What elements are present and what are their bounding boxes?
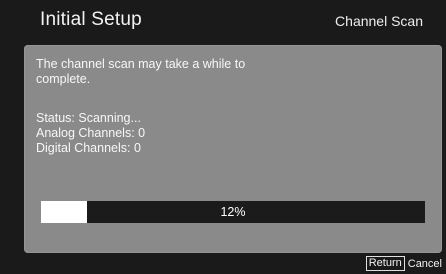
progress-percent: 12% <box>220 205 246 219</box>
cancel-action-label: Cancel <box>407 257 442 270</box>
section-title: Channel Scan <box>335 13 423 29</box>
analog-channels-count: Analog Channels: 0 <box>36 126 146 140</box>
digital-channels-count: Digital Channels: 0 <box>36 141 141 155</box>
channel-scan-screen: Initial Setup Channel Scan The channel s… <box>0 0 446 274</box>
header-bar: Initial Setup Channel Scan <box>0 0 446 42</box>
intro-line-2: complete. <box>36 72 91 86</box>
intro-message: The channel scan may take a while to com… <box>36 57 245 87</box>
scan-progress-bar: 12% <box>41 201 425 223</box>
footer-hints: Return Cancel <box>365 256 442 271</box>
return-key-badge[interactable]: Return <box>365 256 405 271</box>
intro-line-1: The channel scan may take a while to <box>36 57 246 71</box>
page-title: Initial Setup <box>40 9 142 30</box>
scan-status: Status: Scanning... <box>36 111 141 125</box>
scan-panel: The channel scan may take a while to com… <box>24 45 442 253</box>
